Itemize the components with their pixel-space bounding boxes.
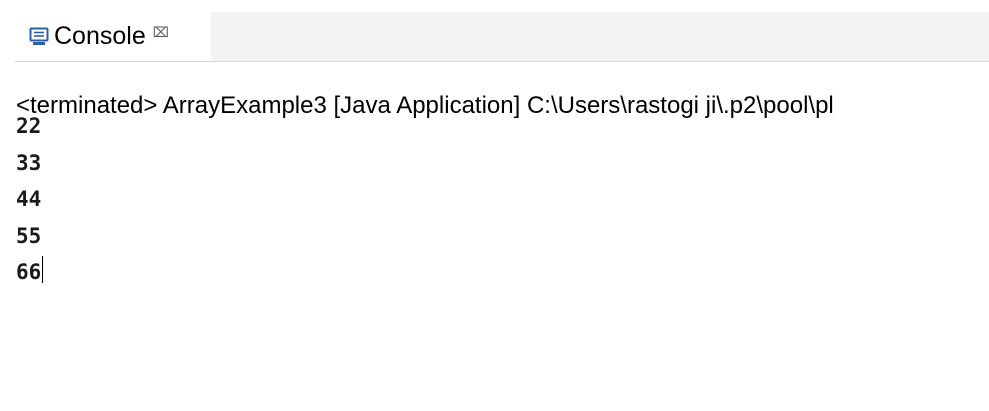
output-line: 33 (16, 150, 42, 175)
output-line: 22 (16, 114, 42, 138)
tab-console[interactable]: Console ⌧ (15, 12, 211, 61)
output-line-text: 66 (16, 260, 42, 284)
close-icon[interactable]: ⌧ (153, 25, 169, 41)
process-status-line: <terminated> ArrayExample3 [Java Applica… (16, 94, 834, 118)
left-edge (0, 0, 12, 411)
output-line: 44 (16, 187, 42, 211)
output-line-last: 66 (16, 254, 44, 291)
tab-strip: Console ⌧ (15, 12, 989, 61)
tab-label: Console (54, 22, 146, 50)
text-caret (42, 256, 44, 283)
console-monitor-icon (29, 27, 49, 47)
console-view: Console ⌧ <terminated> ArrayExample3 [Ja… (0, 0, 989, 411)
tab-divider (15, 61, 989, 62)
output-line: 55 (16, 223, 42, 248)
console-output[interactable]: 22 33 44 55 66 (16, 108, 44, 291)
